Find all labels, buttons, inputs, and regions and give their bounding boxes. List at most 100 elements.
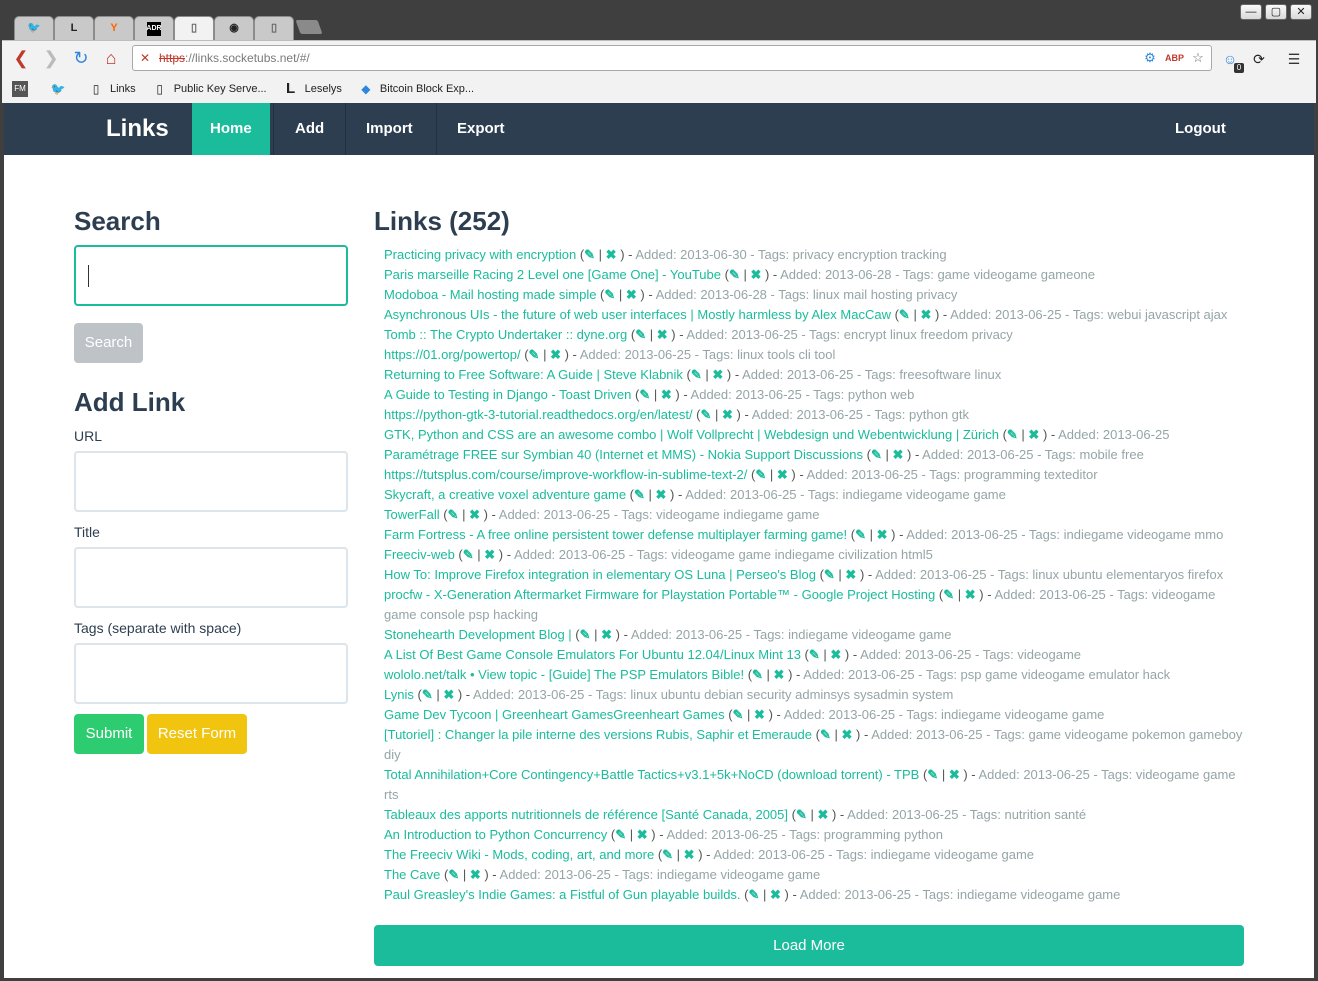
edit-icon[interactable]: ✎ (529, 347, 540, 362)
link-title[interactable]: Stonehearth Development Blog | (384, 627, 572, 642)
maximize-button[interactable]: ▢ (1265, 4, 1287, 20)
menu-icon[interactable]: ☰ (1284, 49, 1304, 69)
tags-field[interactable] (74, 643, 348, 704)
delete-icon[interactable]: ✖ (601, 627, 612, 642)
delete-icon[interactable]: ✖ (606, 247, 617, 262)
sync-icon[interactable]: ⟳ (1249, 49, 1269, 69)
link-title[interactable]: Total Annihilation+Core Contingency+Batt… (384, 767, 919, 782)
nav-home[interactable]: Home (192, 103, 270, 155)
browser-tab[interactable]: L (54, 16, 94, 40)
search-button[interactable]: Search (74, 323, 143, 363)
edit-icon[interactable]: ✎ (422, 687, 433, 702)
delete-icon[interactable]: ✖ (626, 287, 637, 302)
delete-icon[interactable]: ✖ (830, 647, 841, 662)
delete-icon[interactable]: ✖ (845, 567, 856, 582)
delete-icon[interactable]: ✖ (443, 687, 454, 702)
link-title[interactable]: Skycraft, a creative voxel adventure gam… (384, 487, 626, 502)
link-title[interactable]: Lynis (384, 687, 414, 702)
delete-icon[interactable]: ✖ (1028, 427, 1039, 442)
edit-icon[interactable]: ✎ (855, 527, 866, 542)
delete-icon[interactable]: ✖ (965, 587, 976, 602)
delete-icon[interactable]: ✖ (770, 887, 781, 902)
delete-icon[interactable]: ✖ (470, 867, 481, 882)
browser-tab[interactable]: ▯ (254, 16, 294, 40)
delete-icon[interactable]: ✖ (817, 807, 828, 822)
close-window-button[interactable]: ✕ (1290, 4, 1312, 20)
delete-icon[interactable]: ✖ (469, 507, 480, 522)
bookmark-item[interactable]: L Leselys (283, 81, 342, 97)
delete-icon[interactable]: ✖ (774, 667, 785, 682)
link-title[interactable]: https://tutsplus.com/course/improve-work… (384, 467, 747, 482)
bookmark-star-icon[interactable]: ☆ (1189, 49, 1207, 67)
delete-icon[interactable]: ✖ (712, 367, 723, 382)
edit-icon[interactable]: ✎ (899, 307, 910, 322)
nav-export[interactable]: Export (439, 103, 523, 155)
edit-icon[interactable]: ✎ (580, 627, 591, 642)
adblock-icon[interactable]: ABP (1165, 49, 1184, 67)
submit-button[interactable]: Submit (74, 714, 144, 754)
edit-icon[interactable]: ✎ (796, 807, 807, 822)
link-title[interactable]: GTK, Python and CSS are an awesome combo… (384, 427, 999, 442)
nav-import[interactable]: Import (348, 103, 431, 155)
nav-logout[interactable]: Logout (1157, 103, 1244, 155)
link-title[interactable]: The Cave (384, 867, 440, 882)
edit-icon[interactable]: ✎ (1007, 427, 1018, 442)
browser-tab[interactable]: 🐦 (14, 16, 54, 40)
link-title[interactable]: Farm Fortress - A free online persistent… (384, 527, 847, 542)
link-title[interactable]: https://python-gtk-3-tutorial.readthedoc… (384, 407, 693, 422)
search-input[interactable] (74, 245, 348, 306)
network-icon[interactable]: ⚙ (1141, 49, 1159, 67)
link-title[interactable]: [Tutoriel] : Changer la pile interne des… (384, 727, 812, 742)
link-title[interactable]: Modoboa - Mail hosting made simple (384, 287, 596, 302)
link-title[interactable]: wololo.net/talk • View topic - [Guide] T… (384, 667, 744, 682)
delete-icon[interactable]: ✖ (550, 347, 561, 362)
edit-icon[interactable]: ✎ (752, 667, 763, 682)
bookmark-item[interactable]: ▯ Links (88, 81, 136, 97)
reset-form-button[interactable]: Reset Form (147, 714, 247, 754)
delete-icon[interactable]: ✖ (656, 487, 667, 502)
link-title[interactable]: Tableaux des apports nutritionnels de ré… (384, 807, 788, 822)
delete-icon[interactable]: ✖ (637, 827, 648, 842)
edit-icon[interactable]: ✎ (755, 467, 766, 482)
edit-icon[interactable]: ✎ (615, 827, 626, 842)
address-bar[interactable]: ✕ https://links.socketubs.net/#/ ⚙ ABP ☆ (132, 45, 1212, 71)
delete-icon[interactable]: ✖ (842, 727, 853, 742)
bookmark-item[interactable]: ▯ Public Key Serve... (152, 81, 266, 97)
back-arrow-icon[interactable]: ❮ (10, 47, 32, 69)
delete-icon[interactable]: ✖ (684, 847, 695, 862)
edit-icon[interactable]: ✎ (749, 887, 760, 902)
edit-icon[interactable]: ✎ (809, 647, 820, 662)
minimize-button[interactable]: — (1240, 4, 1262, 20)
title-field[interactable] (74, 547, 348, 608)
delete-icon[interactable]: ✖ (754, 707, 765, 722)
link-title[interactable]: TowerFall (384, 507, 440, 522)
link-title[interactable]: https://01.org/powertop/ (384, 347, 521, 362)
link-title[interactable]: A Guide to Testing in Django - Toast Dri… (384, 387, 631, 402)
edit-icon[interactable]: ✎ (729, 267, 740, 282)
edit-icon[interactable]: ✎ (448, 507, 459, 522)
edit-icon[interactable]: ✎ (584, 247, 595, 262)
delete-icon[interactable]: ✖ (750, 267, 761, 282)
link-title[interactable]: Asynchronous UIs - the future of web use… (384, 307, 891, 322)
link-title[interactable]: Paul Greasley's Indie Games: a Fistful o… (384, 887, 741, 902)
browser-tab[interactable]: ▯ (174, 16, 214, 40)
brand-logo[interactable]: Links (106, 103, 169, 155)
home-icon[interactable]: ⌂ (100, 47, 122, 69)
link-title[interactable]: Freeciv-web (384, 547, 455, 562)
bookmark-item[interactable]: ◆ Bitcoin Block Exp... (358, 81, 474, 97)
edit-icon[interactable]: ✎ (448, 867, 459, 882)
edit-icon[interactable]: ✎ (662, 847, 673, 862)
delete-icon[interactable]: ✖ (484, 547, 495, 562)
delete-icon[interactable]: ✖ (777, 467, 788, 482)
edit-icon[interactable]: ✎ (701, 407, 712, 422)
edit-icon[interactable]: ✎ (463, 547, 474, 562)
edit-icon[interactable]: ✎ (635, 327, 646, 342)
delete-icon[interactable]: ✖ (920, 307, 931, 322)
delete-icon[interactable]: ✖ (877, 527, 888, 542)
link-title[interactable]: Tomb :: The Crypto Undertaker :: dyne.or… (384, 327, 627, 342)
edit-icon[interactable]: ✎ (634, 487, 645, 502)
bookmark-item[interactable]: FM (12, 81, 34, 97)
edit-icon[interactable]: ✎ (691, 367, 702, 382)
link-title[interactable]: Practicing privacy with encryption (384, 247, 576, 262)
forward-arrow-icon[interactable]: ❯ (40, 47, 62, 69)
